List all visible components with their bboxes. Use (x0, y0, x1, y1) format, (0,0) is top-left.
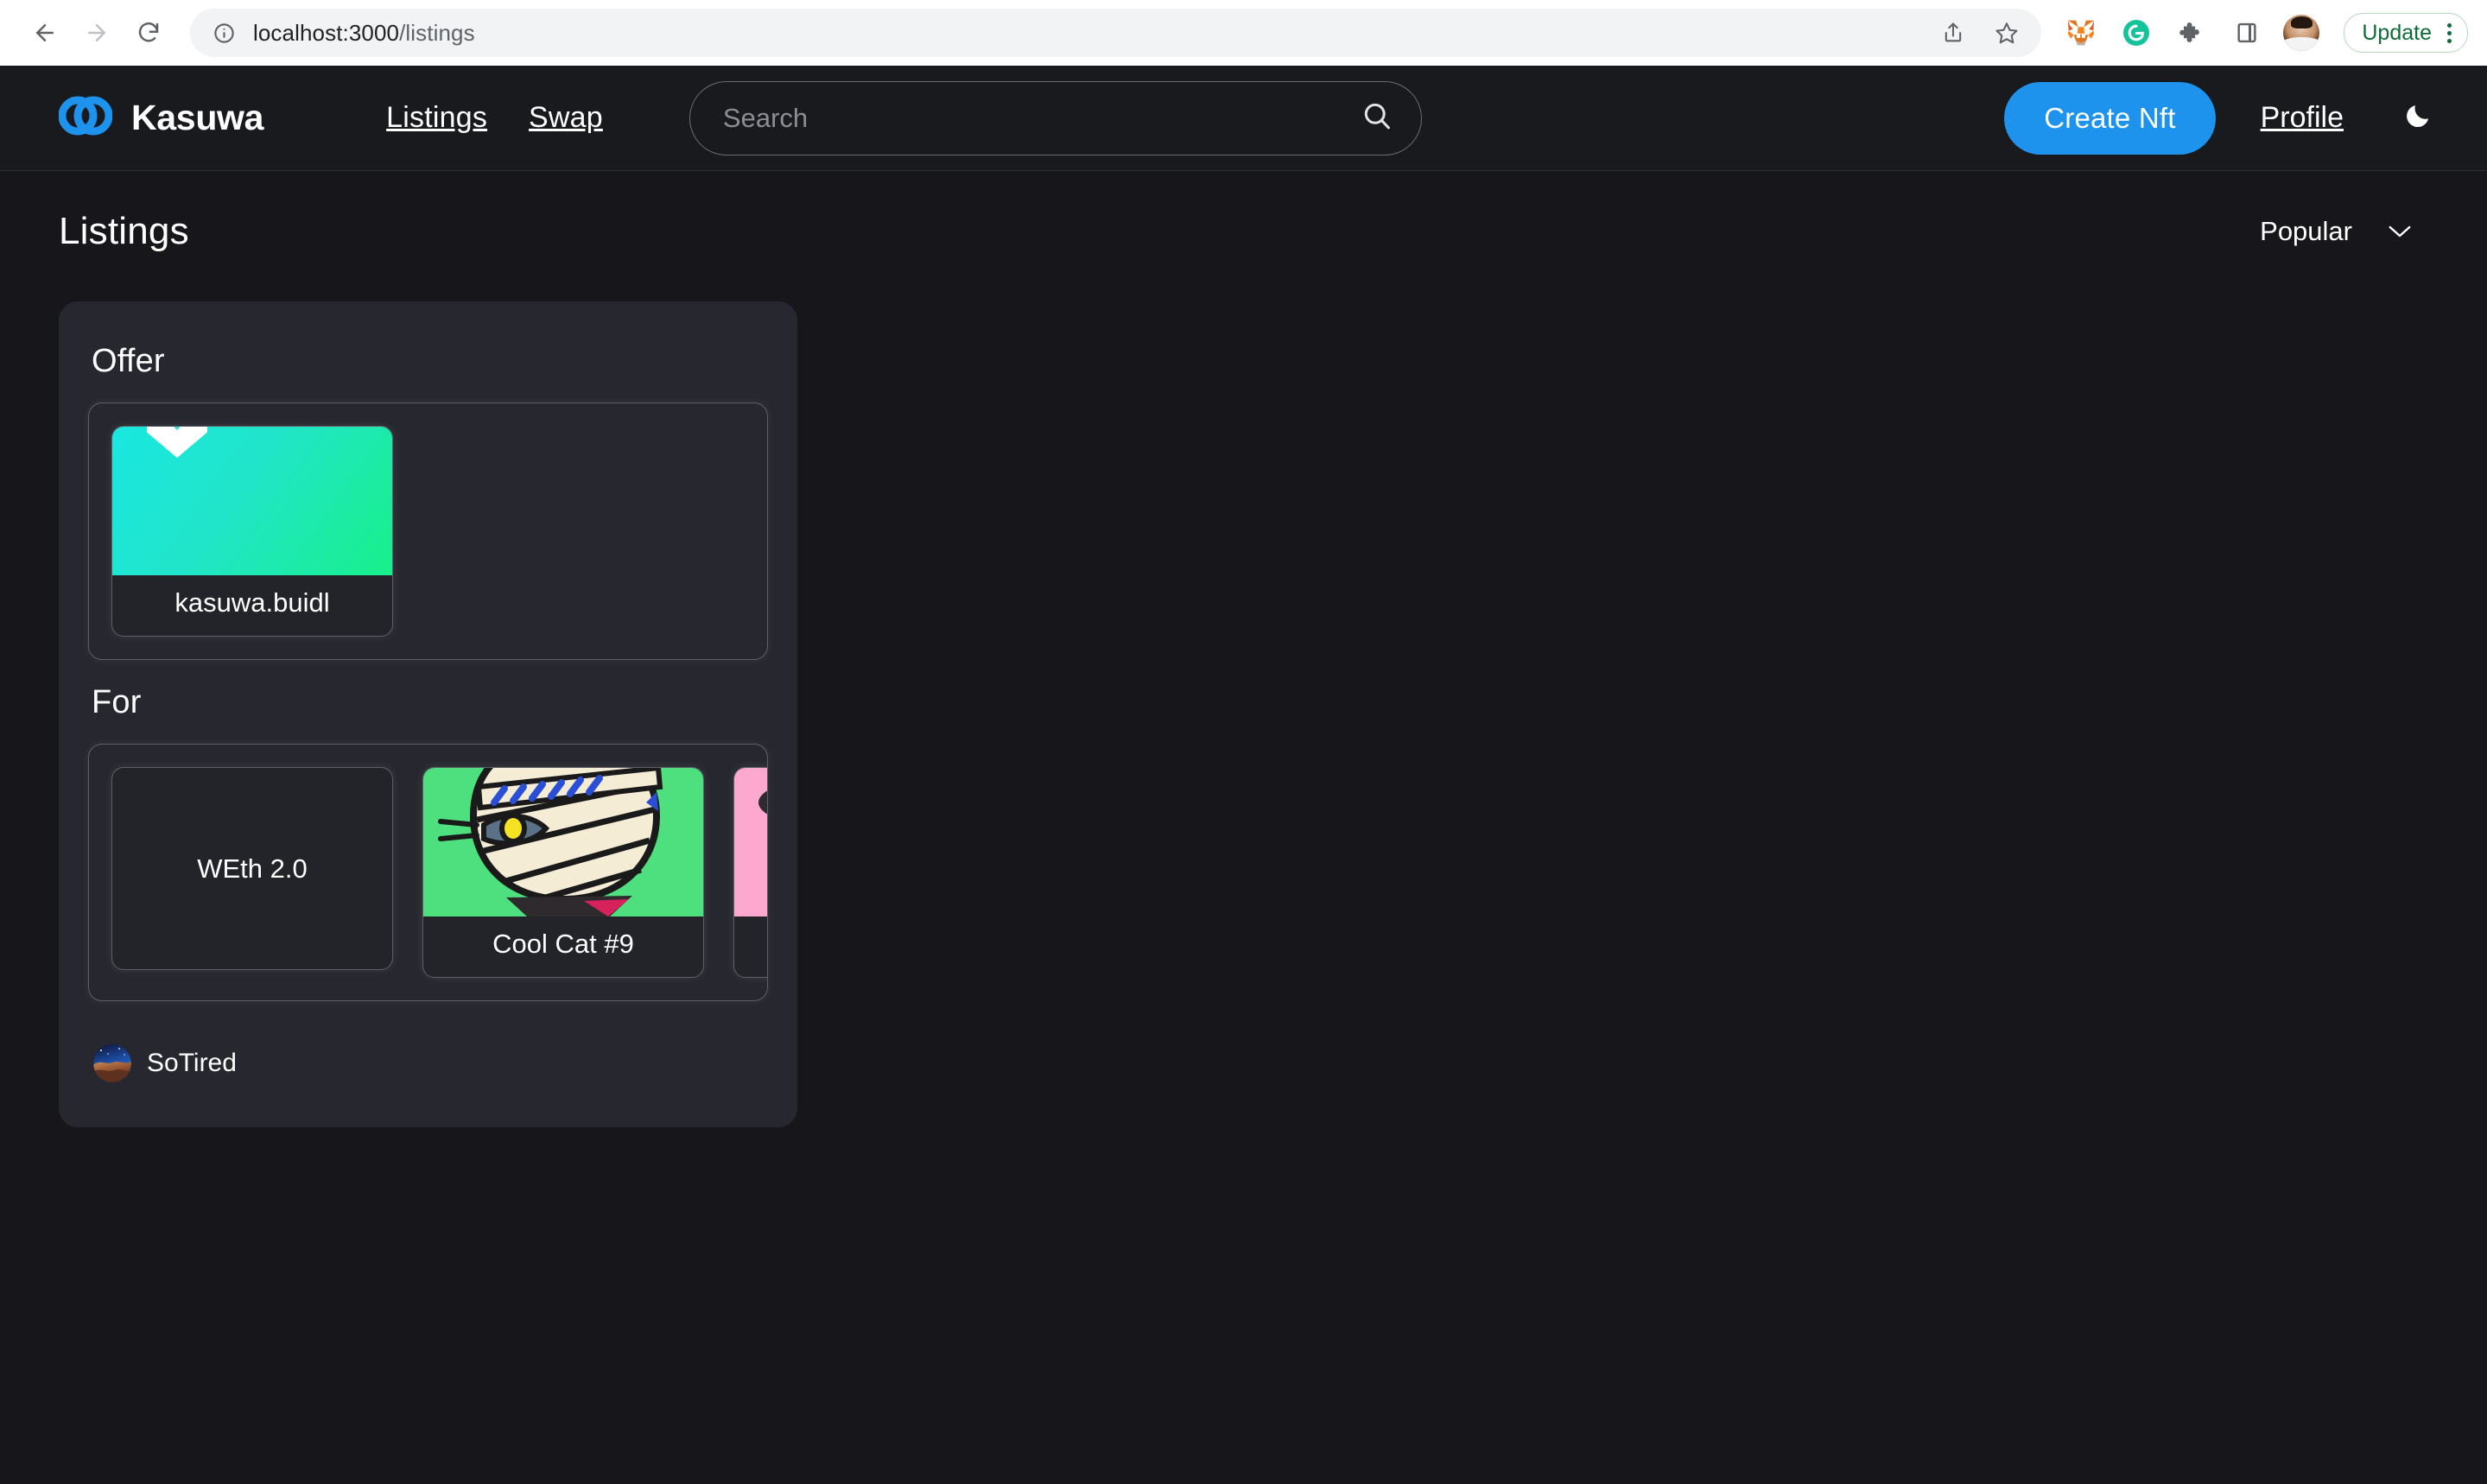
chevron-down-icon (2387, 216, 2413, 247)
forward-button[interactable] (71, 7, 123, 59)
seller-name: SoTired (147, 1049, 237, 1077)
kasuwa-rings-logo (58, 92, 113, 144)
url-path: /listings (399, 19, 475, 46)
star-icon[interactable] (1988, 14, 2026, 52)
page-header-row: Listings Popular (59, 209, 2439, 254)
forward-arrow-icon (84, 20, 110, 46)
back-arrow-icon (32, 20, 58, 46)
listings-grid: Offer kasuwa.buidl For WEth 2.0 Cool Cat… (59, 301, 2439, 1127)
search-icon[interactable] (1361, 99, 1393, 136)
update-label: Update (2362, 20, 2432, 45)
offer-section-label: Offer (92, 343, 165, 379)
browser-toolbar: localhost:3000/listings Update (0, 0, 2487, 66)
kebab-menu-icon[interactable] (2440, 22, 2458, 43)
seller-row[interactable]: SoTired (88, 1025, 768, 1105)
app-root: Kasuwa Listings Swap Create Nft Profile (0, 66, 2487, 1484)
main-nav: Listings Swap (386, 101, 603, 135)
puzzle-piece-icon[interactable] (2173, 14, 2211, 52)
nft-artwork-ens (112, 427, 392, 575)
back-button[interactable] (19, 7, 71, 59)
nav-link-listings[interactable]: Listings (386, 101, 487, 135)
reload-button[interactable] (123, 7, 174, 59)
create-nft-button[interactable]: Create Nft (2004, 81, 2216, 155)
header-actions: Create Nft Profile (2004, 81, 2439, 155)
search-bar[interactable] (688, 80, 1422, 155)
nft-tile-cool-cat[interactable]: Cool Cat #9 (422, 767, 704, 978)
moon-icon (2403, 101, 2433, 135)
app-header: Kasuwa Listings Swap Create Nft Profile (0, 66, 2487, 171)
brand-logo-link[interactable]: Kasuwa (58, 92, 264, 144)
token-name: WEth 2.0 (197, 853, 308, 884)
side-panel-icon[interactable] (2228, 14, 2266, 52)
site-info-icon[interactable] (213, 22, 236, 45)
page-content: Listings Popular Offer kasuwa.buidl For … (0, 171, 2487, 1127)
listing-card[interactable]: Offer kasuwa.buidl For WEth 2.0 Cool Cat… (59, 301, 797, 1127)
ens-hexagon-icon (147, 427, 207, 458)
offer-items-container: kasuwa.buidl (88, 403, 768, 660)
nav-link-swap[interactable]: Swap (529, 101, 603, 135)
address-bar[interactable]: localhost:3000/listings (190, 9, 2042, 57)
search-input[interactable] (722, 102, 1361, 134)
chrome-profile-avatar[interactable] (2283, 15, 2320, 51)
nft-artwork-cool-cat (423, 768, 703, 916)
url-text: localhost:3000/listings (253, 20, 475, 47)
nft-tile-offer[interactable]: kasuwa.buidl (111, 426, 393, 637)
theme-toggle-button[interactable] (2397, 98, 2439, 139)
share-icon[interactable] (1934, 14, 1972, 52)
update-button[interactable]: Update (2344, 13, 2468, 53)
nft-tile-cool-cat-pink[interactable] (733, 767, 767, 978)
profile-link[interactable]: Profile (2261, 101, 2344, 135)
nft-name: kasuwa.buidl (174, 587, 330, 618)
nft-tile-weth[interactable]: WEth 2.0 (111, 767, 393, 970)
for-section-label: For (92, 684, 142, 720)
page-title: Listings (59, 210, 189, 252)
url-host: localhost:3000 (253, 19, 400, 46)
brand-name: Kasuwa (131, 98, 264, 137)
for-items-container: WEth 2.0 Cool Cat #9 (88, 744, 768, 1001)
grammarly-icon[interactable] (2117, 14, 2155, 52)
nebula-avatar (93, 1044, 131, 1082)
sort-dropdown[interactable]: Popular (2256, 209, 2416, 254)
metamask-fox-icon[interactable] (2062, 14, 2100, 52)
nft-artwork-cool-cat-pink (734, 768, 767, 916)
sort-value: Popular (2260, 216, 2352, 246)
extension-icons: Update (2050, 13, 2468, 53)
reload-icon (136, 20, 162, 46)
nft-name: Cool Cat #9 (492, 929, 634, 959)
nft-name (734, 916, 767, 946)
